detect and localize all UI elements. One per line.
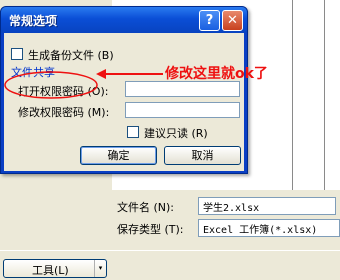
annotation-circle	[4, 71, 98, 99]
arrowhead-icon	[96, 69, 106, 79]
annotation-overlay	[4, 69, 163, 99]
annotation-text: 修改这里就ok了	[165, 66, 268, 82]
